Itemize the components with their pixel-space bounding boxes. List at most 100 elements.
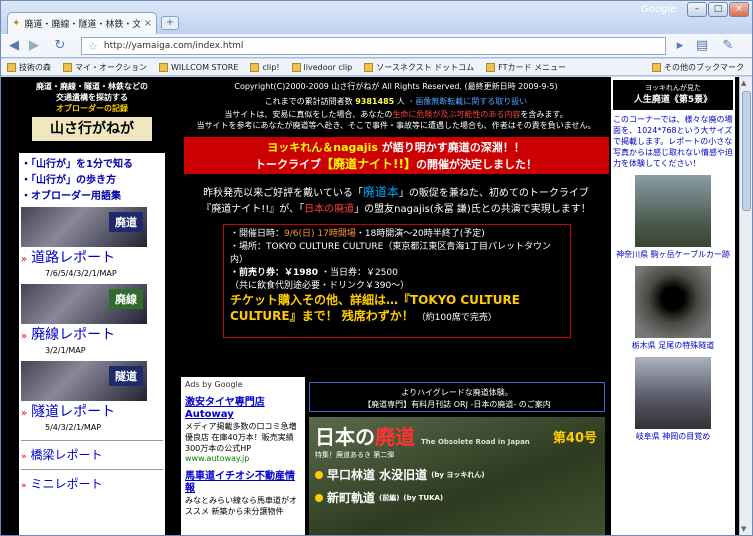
scroll-up-icon[interactable]: ▲	[741, 79, 746, 87]
gallery-caption[interactable]: 栃木県 足尾の特殊隧道	[611, 340, 735, 351]
magazine-promo[interactable]: よりハイグレードな廃道体験。 【廃道専門】有料月刊誌 ORJ -日本の廃道- の…	[309, 382, 605, 412]
back-icon[interactable]: ◀	[5, 37, 23, 55]
go-icon[interactable]: ▸	[671, 37, 689, 55]
bookmark-item[interactable]: ソースネクスト ドットコム	[364, 62, 474, 73]
bookmark-icon	[250, 62, 260, 72]
tunnel-report-link[interactable]: » 隧道レポート	[19, 401, 165, 423]
bookmark-item[interactable]: FTカード メニュー	[486, 62, 566, 73]
bookmark-item[interactable]: 技術の森	[7, 62, 51, 73]
image-policy-link[interactable]: ・画像無断転載に関する取り扱い	[407, 97, 527, 106]
site-link[interactable]: 日本の廃道	[304, 204, 354, 215]
rail-report-link[interactable]: » 廃線レポート	[19, 324, 165, 346]
promo-line: 【廃道専門】有料月刊誌 ORJ -日本の廃道- のご案内	[363, 400, 551, 409]
url-text[interactable]: http://yamaiga.com/index.html	[104, 41, 244, 51]
page-menu-icon[interactable]: ▤	[693, 37, 711, 55]
info-price-door: ・当日券：￥2500	[320, 268, 398, 278]
bookmark-item[interactable]: clip!	[250, 62, 280, 72]
road-report-link[interactable]: » 道路レポート	[19, 247, 165, 269]
gallery-caption[interactable]: 岐阜県 神岡の目覚め	[611, 431, 735, 442]
gallery-photo-3[interactable]	[635, 357, 711, 429]
logo-name: 山さ行がねが	[32, 117, 152, 141]
bookmark-item[interactable]: マイ・オークション	[63, 62, 147, 73]
banner-line-1: ヨッキれん＆nagajis が語り明かす廃道の深淵！！	[184, 139, 609, 156]
new-tab-button[interactable]: +	[161, 16, 179, 30]
tab-close-icon[interactable]: ×	[144, 18, 152, 29]
gallery-header-title: 人生廃道《第5景》	[633, 95, 713, 105]
ads-by-label[interactable]: Ads by Google	[185, 380, 301, 389]
ad-title[interactable]: 激安タイヤ専門店 Autoway	[185, 397, 301, 421]
close-window-button[interactable]: ×	[729, 2, 749, 17]
intro-line-1: 昨秋発売以来ご好評を戴いている「廃道本」の販促を兼ねた、初めてのトークライブ	[181, 184, 611, 202]
info-place: ・場所：TOKYO CULTURE CULTURE（東京都江東区青海1丁目パレッ…	[230, 242, 552, 265]
copyright: Copyright(C)2000-2009 山さ行がねが All Rights …	[234, 82, 558, 91]
magazine-special: 特集！廃道あるき 第二弾	[315, 451, 395, 459]
gallery-photo-1[interactable]	[635, 175, 711, 247]
ad-title[interactable]: 馬車道イチオシ不動産情報	[185, 471, 301, 495]
ad-url[interactable]: www.autoway.jp	[185, 454, 301, 463]
mag-title-text: 日本の	[315, 425, 375, 449]
title-bar: ✦ 廃道・廃線・隧道・林鉄・文… × + Google – □ ×	[1, 1, 752, 34]
vertical-scrollbar[interactable]: ▲ ▼	[739, 77, 752, 535]
article-title: 新町軌道	[327, 491, 376, 505]
google-ads: Ads by Google 激安タイヤ専門店 Autoway メディア掲載多数の…	[181, 377, 305, 535]
info-label: ・開催日時：	[230, 229, 285, 239]
tunnel-report-pages[interactable]: 5/4/3/2/1/MAP	[19, 423, 165, 436]
event-info-box: ・開催日時：9/6(日) 17時開場・18時開演～20時半終了(予定) ・場所：…	[223, 224, 571, 338]
warning-note-2: 当サイトを参考にあなたが廃道等へ赴き、そこで事件・事故等に遭遇した場合も、作者は…	[196, 121, 596, 130]
bookmark-item[interactable]: WILLCOM STORE	[159, 62, 238, 72]
banner-text: トークライブ	[255, 158, 322, 171]
event-banner: ヨッキれん＆nagajis が語り明かす廃道の深淵！！ トークライブ【廃道ナイト…	[183, 137, 609, 174]
scroll-thumb[interactable]	[742, 91, 751, 211]
gallery-caption[interactable]: 神奈川県 駒ヶ岳ケーブルカー跡	[611, 249, 735, 260]
gallery-header[interactable]: ヨッキれんが見た 人生廃道《第5景》	[613, 80, 733, 110]
note-highlight: 生命に危険が及ぶ可能性のある内容	[392, 110, 521, 119]
category-image-rail[interactable]: 廃線	[21, 284, 147, 324]
info-price-advance: ・前売り券：￥1980	[230, 268, 319, 278]
arrow-icon: »	[21, 481, 27, 491]
ad-body: みなとみらい線なら馬車道がオススメ 新築から未分譲物件	[185, 496, 297, 516]
divider	[21, 440, 163, 441]
visitor-label: これまでの累計訪問者数	[264, 97, 353, 106]
star-icon[interactable]: ☆	[88, 40, 98, 53]
link-about[interactable]: ・「山行が」を1分で知る	[19, 157, 165, 173]
tunnel-report-label: 隧道レポート	[31, 404, 116, 420]
bookmark-icon	[486, 62, 496, 72]
promo-line: よりハイグレードな廃道体験。	[401, 388, 513, 397]
bookmark-icon	[159, 62, 168, 72]
arrow-icon: »	[21, 452, 27, 462]
gallery-photo-2[interactable]	[635, 266, 711, 338]
minimize-button[interactable]: –	[687, 2, 707, 17]
road-report-pages[interactable]: 7/6/5/4/3/2/1/MAP	[19, 269, 165, 282]
link-howto[interactable]: ・「山行が」の歩き方	[19, 173, 165, 189]
banner-event: 【廃道ナイト!!】	[321, 157, 416, 171]
forward-icon[interactable]: ▶	[25, 37, 43, 55]
bridge-report-link[interactable]: » 橋梁レポート	[19, 445, 165, 465]
main-column: Copyright(C)2000-2009 山さ行がねが All Rights …	[181, 77, 611, 535]
magazine-cover[interactable]: 日本の廃道 The Obsolete Road in Japan 第40号 特集！…	[309, 417, 605, 535]
reload-icon[interactable]: ↻	[51, 37, 69, 55]
rail-report-pages[interactable]: 3/2/1/MAP	[19, 346, 165, 359]
mag-title-accent: 廃道	[375, 425, 415, 449]
info-price: ・前売り券：￥1980 ・当日券：￥2500	[230, 267, 564, 280]
divider	[21, 469, 163, 470]
book-link[interactable]: 廃道本	[363, 185, 399, 199]
bookmark-item[interactable]: livedoor clip	[291, 62, 352, 72]
tab-active[interactable]: ✦ 廃道・廃線・隧道・林鉄・文… ×	[7, 12, 157, 34]
arrow-icon: »	[21, 408, 28, 419]
link-glossary[interactable]: ・オブローダー用語集	[19, 189, 165, 205]
page-content: 廃道・廃線・隧道・林鉄などの 交通遺構を探訪する オブローダーの記録 山さ行がね…	[1, 77, 739, 535]
wrench-icon[interactable]: ✎	[719, 37, 737, 55]
bridge-report-label: 橋梁レポート	[30, 448, 103, 462]
intro-text: 『廃道ナイト!!』が、「	[201, 204, 305, 215]
scroll-down-icon[interactable]: ▼	[741, 525, 746, 533]
banner-names: ヨッキれん＆nagajis	[267, 141, 378, 154]
site-logo[interactable]: 廃道・廃線・隧道・林鉄などの 交通遺構を探訪する オブローダーの記録 山さ行がね…	[19, 77, 165, 153]
mini-report-link[interactable]: » ミニレポート	[19, 474, 165, 494]
address-bar[interactable]: ☆ http://yamaiga.com/index.html	[81, 37, 666, 55]
maximize-button[interactable]: □	[708, 2, 728, 17]
other-bookmarks[interactable]: その他のブックマーク	[652, 62, 744, 73]
magazine-article-1: 早口林道 水没旧道 (by ヨッキれん)	[315, 466, 599, 483]
category-image-road[interactable]: 廃道	[21, 207, 147, 247]
note-text: 当サイトは、安易に真似をした場合、あなたの	[224, 110, 393, 119]
category-image-tunnel[interactable]: 隧道	[21, 361, 147, 401]
